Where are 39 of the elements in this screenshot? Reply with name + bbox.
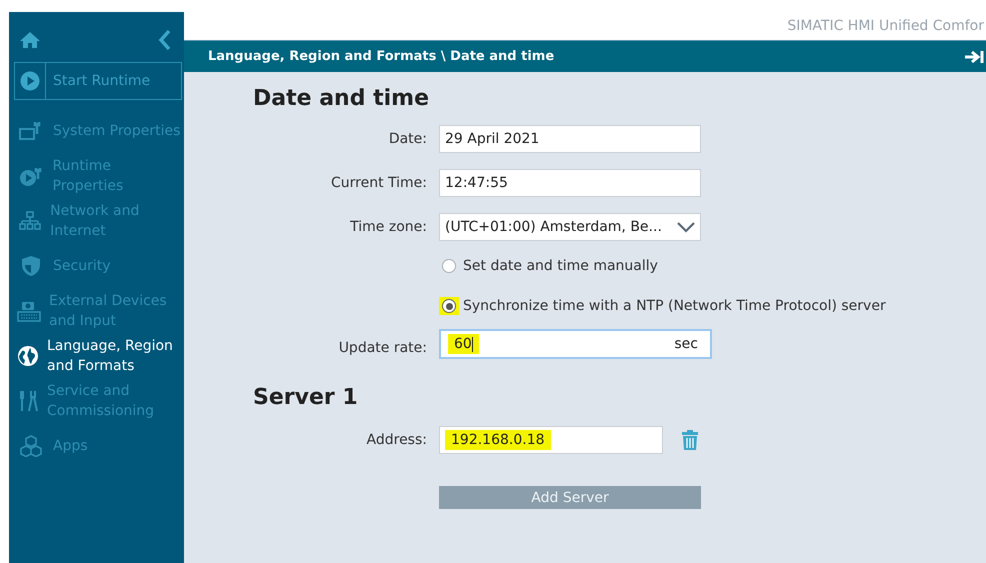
tools-icon xyxy=(17,388,39,412)
time-zone-dropdown[interactable]: (UTC+01:00) Amsterdam, Be... xyxy=(439,213,701,241)
sidebar-nav-item[interactable]: External Devices and Input xyxy=(9,288,184,333)
address-field[interactable]: 192.168.0.18 xyxy=(439,426,663,454)
cubes-icon xyxy=(19,434,43,456)
chevron-down-icon xyxy=(677,222,695,232)
radio-button[interactable] xyxy=(442,259,456,273)
server-title: Server 1 xyxy=(253,385,359,410)
sidebar-nav-item[interactable]: System Properties xyxy=(9,108,184,153)
sidebar-nav-item[interactable]: Apps xyxy=(9,423,184,468)
sidebar-nav-item[interactable]: Security xyxy=(9,243,184,288)
radio-option[interactable]: Set date and time manually xyxy=(439,257,986,275)
section-title: Date and time xyxy=(253,86,430,111)
home-icon[interactable] xyxy=(19,31,41,49)
play-icon xyxy=(20,71,40,91)
sidebar-nav-item[interactable]: Network and Internet xyxy=(9,198,184,243)
globe-icon xyxy=(17,344,39,366)
monitor-wrench-icon xyxy=(19,120,43,142)
shield-icon xyxy=(21,254,41,276)
trash-icon[interactable] xyxy=(681,430,699,450)
network-icon xyxy=(18,210,41,230)
update-rate-field[interactable]: 60 sec xyxy=(439,329,712,359)
collapse-chevron-icon[interactable] xyxy=(158,29,172,51)
sidebar-nav-item[interactable]: Runtime Properties xyxy=(9,153,184,198)
radio-button[interactable] xyxy=(442,299,456,313)
product-title: SIMATIC HMI Unified Comfor xyxy=(787,17,984,36)
radio-option[interactable]: Synchronize time with a NTP (Network Time Protocol) server xyxy=(439,297,986,315)
breadcrumb: Language, Region and Formats \ Date and time xyxy=(208,49,554,64)
logout-arrow-icon[interactable] xyxy=(964,48,986,64)
field-label: Update rate: xyxy=(338,340,427,356)
field-label: Time zone: xyxy=(349,219,427,235)
start-runtime-button[interactable]: Start Runtime xyxy=(14,62,182,100)
field-label: Current Time: xyxy=(330,175,427,191)
input-field[interactable]: 12:47:55 xyxy=(439,169,701,197)
sidebar-nav-item[interactable]: Language, Region and Formats xyxy=(9,333,184,378)
field-label: Date: xyxy=(388,131,427,147)
field-label: Address: xyxy=(366,432,427,448)
input-field[interactable]: 29 April 2021 xyxy=(439,125,701,153)
sidebar-nav-item[interactable]: Service and Commissioning xyxy=(9,378,184,423)
